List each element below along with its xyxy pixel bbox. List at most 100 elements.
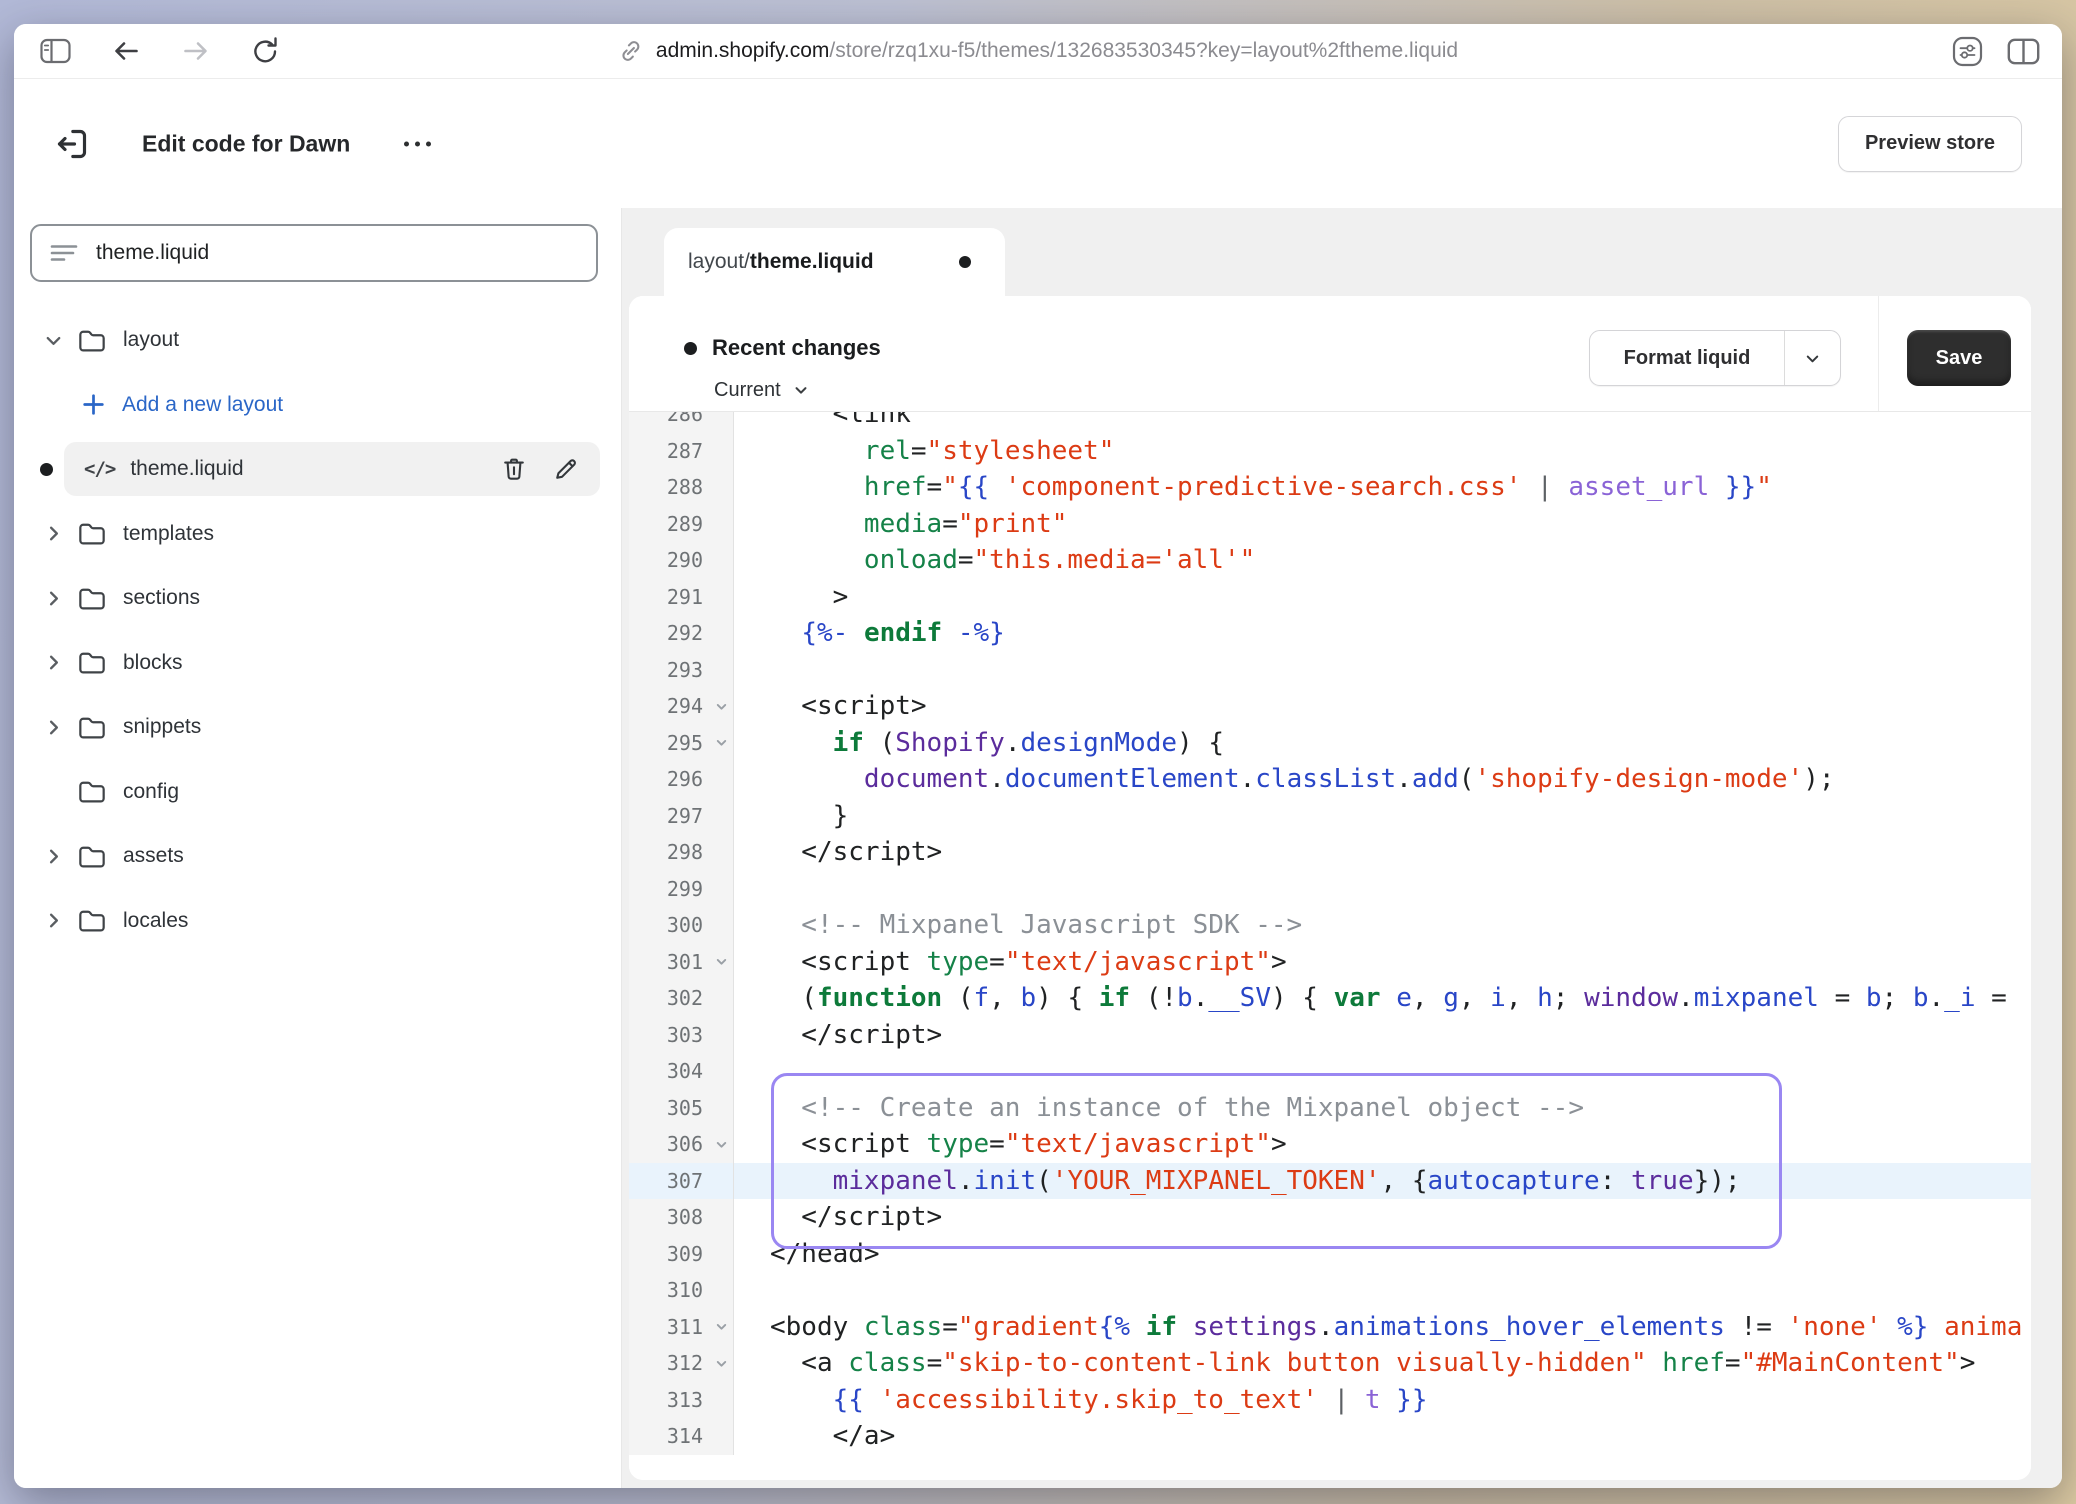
more-options-icon[interactable]	[396, 133, 439, 154]
line-number: 313	[667, 1382, 703, 1419]
code-content[interactable]: }	[734, 798, 2031, 835]
gutter[interactable]: 308	[629, 1199, 734, 1236]
code-content[interactable]: document.documentElement.classList.add('…	[734, 761, 2031, 798]
gutter[interactable]: 287	[629, 433, 734, 470]
code-content[interactable]: <body class="gradient{% if settings.anim…	[734, 1309, 2031, 1346]
gutter[interactable]: 286	[629, 412, 734, 433]
gutter[interactable]: 311	[629, 1309, 734, 1346]
code-content[interactable]: if (Shopify.designMode) {	[734, 725, 2031, 762]
gutter[interactable]: 289	[629, 506, 734, 543]
fold-toggle[interactable]	[714, 725, 729, 762]
code-content[interactable]: {{ 'accessibility.skip_to_text' | t }}	[734, 1382, 2031, 1419]
sidebar-item-snippets[interactable]: snippets	[14, 695, 621, 760]
code-content[interactable]	[734, 1053, 2031, 1090]
gutter[interactable]: 291	[629, 579, 734, 616]
code-content[interactable]: </script>	[734, 1199, 2031, 1236]
preview-store-button[interactable]: Preview store	[1838, 116, 2022, 172]
line-number: 297	[667, 798, 703, 835]
gutter[interactable]: 292	[629, 615, 734, 652]
gutter[interactable]: 304	[629, 1053, 734, 1090]
code-content[interactable]: mixpanel.init('YOUR_MIXPANEL_TOKEN', {au…	[734, 1163, 2031, 1200]
split-view-icon[interactable]	[2007, 38, 2040, 65]
browser-toolbar: admin.shopify.com/store/rzq1xu-f5/themes…	[14, 24, 2062, 79]
forward-icon[interactable]	[181, 37, 211, 65]
save-button[interactable]: Save	[1907, 330, 2011, 386]
fold-toggle[interactable]	[714, 1309, 729, 1346]
code-content[interactable]	[734, 1272, 2031, 1309]
code-content[interactable]	[734, 871, 2031, 908]
fold-toggle[interactable]	[714, 1345, 729, 1382]
code-content[interactable]: <script type="text/javascript">	[734, 1126, 2031, 1163]
gutter[interactable]: 290	[629, 542, 734, 579]
format-liquid-button[interactable]: Format liquid	[1589, 330, 1841, 386]
sidebar-item-layout[interactable]: layout	[14, 308, 621, 373]
sidebar-item-blocks[interactable]: blocks	[14, 631, 621, 696]
sidebar-item-config[interactable]: config	[14, 760, 621, 825]
sidebar-item-assets[interactable]: assets	[14, 824, 621, 889]
address-bar[interactable]: admin.shopify.com/store/rzq1xu-f5/themes…	[618, 24, 1458, 78]
fold-toggle[interactable]	[714, 688, 729, 725]
toolbar-sidebar-icon[interactable]	[40, 38, 71, 64]
code-content[interactable]: </script>	[734, 1017, 2031, 1054]
gutter[interactable]: 309	[629, 1236, 734, 1273]
gutter[interactable]: 303	[629, 1017, 734, 1054]
gutter[interactable]: 295	[629, 725, 734, 762]
code-line-312: 312 <a class="skip-to-content-link butto…	[629, 1345, 2031, 1382]
gutter[interactable]: 299	[629, 871, 734, 908]
code-content[interactable]: onload="this.media='all'"	[734, 542, 2031, 579]
gutter[interactable]: 298	[629, 834, 734, 871]
fold-toggle[interactable]	[714, 944, 729, 981]
gutter[interactable]: 302	[629, 980, 734, 1017]
gutter[interactable]: 301	[629, 944, 734, 981]
gutter[interactable]: 297	[629, 798, 734, 835]
sidebar-item-templates[interactable]: templates	[14, 502, 621, 567]
gutter[interactable]: 305	[629, 1090, 734, 1127]
gutter[interactable]: 307	[629, 1163, 734, 1200]
gutter[interactable]: 312	[629, 1345, 734, 1382]
sidebar-item-locales[interactable]: locales	[14, 889, 621, 954]
header-divider	[1878, 296, 1879, 411]
code-content[interactable]: <link	[734, 412, 2031, 433]
back-icon[interactable]	[111, 37, 141, 65]
code-content[interactable]: <!-- Create an instance of the Mixpanel …	[734, 1090, 2031, 1127]
sidebar-item-theme-liquid[interactable]: </>theme.liquid	[14, 437, 621, 502]
gutter[interactable]: 293	[629, 652, 734, 689]
code-content[interactable]: {%- endif -%}	[734, 615, 2031, 652]
tab-theme-liquid[interactable]: layout/theme.liquid	[664, 228, 1005, 296]
gutter[interactable]: 306	[629, 1126, 734, 1163]
sidebar-item-sections[interactable]: sections	[14, 566, 621, 631]
code-content[interactable]: <script type="text/javascript">	[734, 944, 2031, 981]
gutter[interactable]: 313	[629, 1382, 734, 1419]
code-content[interactable]: </head>	[734, 1236, 2031, 1273]
gutter[interactable]: 300	[629, 907, 734, 944]
gutter[interactable]: 296	[629, 761, 734, 798]
delete-file-button[interactable]	[500, 455, 528, 483]
sidebar-item-add-a-new-layout[interactable]: Add a new layout	[14, 373, 621, 438]
selected-file-pill[interactable]: </>theme.liquid	[64, 442, 600, 496]
gutter[interactable]: 288	[629, 469, 734, 506]
code-content[interactable]: >	[734, 579, 2031, 616]
code-line-287: 287 rel="stylesheet"	[629, 433, 2031, 470]
code-content[interactable]: href="{{ 'component-predictive-search.cs…	[734, 469, 2031, 506]
rename-file-button[interactable]	[552, 455, 580, 483]
exit-code-editor-button[interactable]	[52, 124, 92, 164]
gutter[interactable]: 294	[629, 688, 734, 725]
page-settings-icon[interactable]	[1952, 36, 1983, 67]
code-content[interactable]: (function (f, b) { if (!b.__SV) { var e,…	[734, 980, 2031, 1017]
code-content[interactable]: <a class="skip-to-content-link button vi…	[734, 1345, 2031, 1382]
code-content[interactable]: <script>	[734, 688, 2031, 725]
line-number: 287	[667, 433, 703, 470]
version-dropdown[interactable]: Current	[714, 376, 810, 404]
search-input[interactable]	[94, 240, 578, 266]
fold-toggle[interactable]	[714, 1126, 729, 1163]
code-content[interactable]	[734, 652, 2031, 689]
code-content[interactable]: media="print"	[734, 506, 2031, 543]
code-content[interactable]: <!-- Mixpanel Javascript SDK -->	[734, 907, 2031, 944]
code-content[interactable]: rel="stylesheet"	[734, 433, 2031, 470]
reload-icon[interactable]	[251, 36, 280, 66]
gutter[interactable]: 314	[629, 1418, 734, 1455]
code-content[interactable]: </script>	[734, 834, 2031, 871]
code-content[interactable]: </a>	[734, 1418, 2031, 1455]
gutter[interactable]: 310	[629, 1272, 734, 1309]
recent-changes-label: Recent changes	[712, 335, 881, 361]
